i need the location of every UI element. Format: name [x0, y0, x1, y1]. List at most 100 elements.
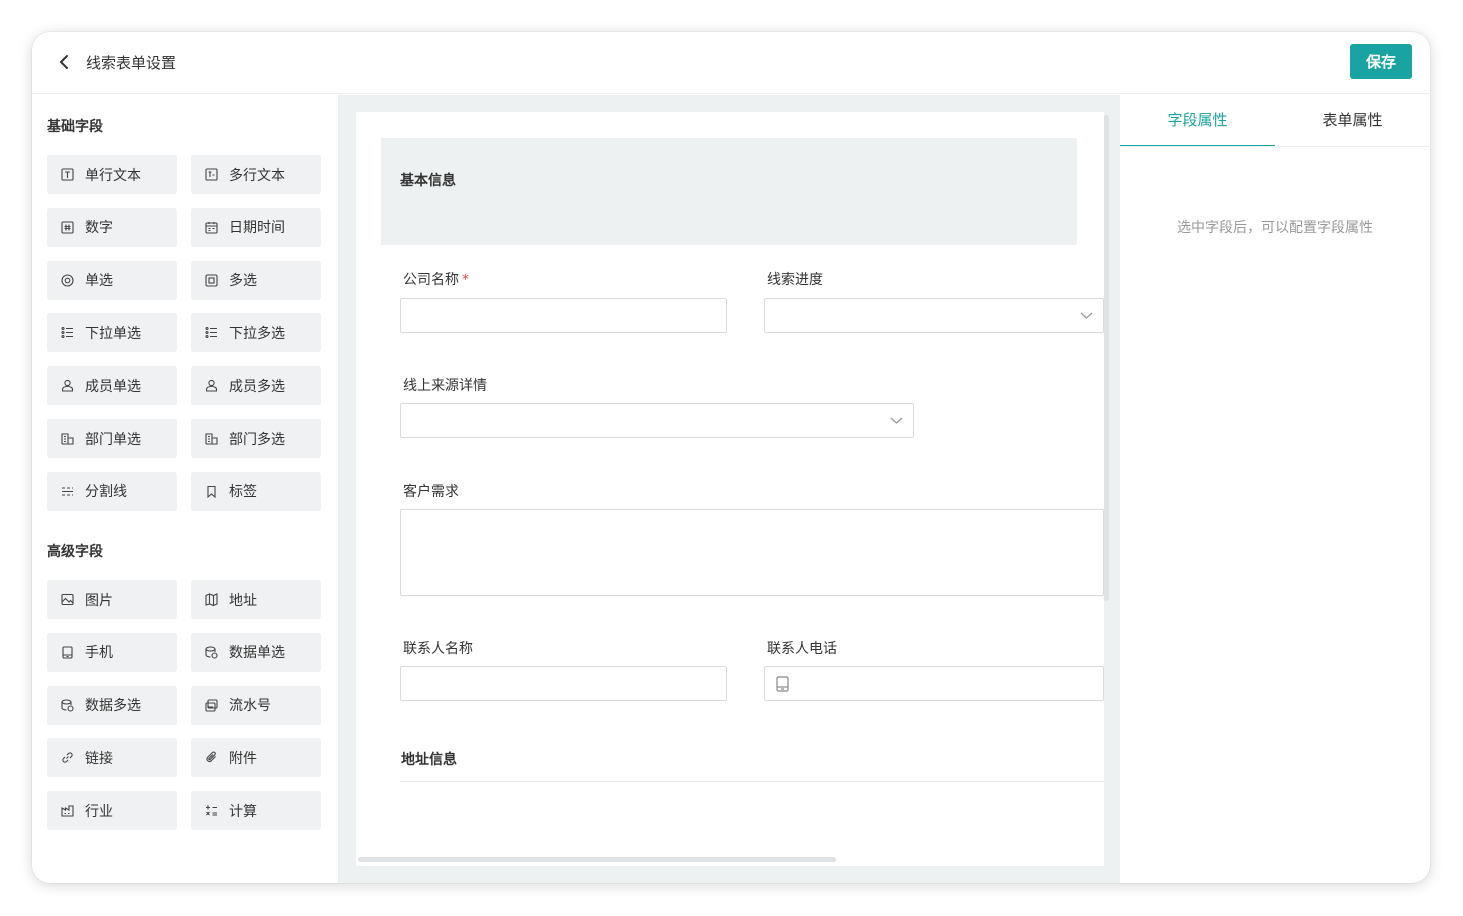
tab-field-properties[interactable]: 字段属性 — [1120, 95, 1275, 147]
field-item-label: 下拉多选 — [229, 325, 285, 342]
contact-name-label: 联系人名称 — [403, 641, 473, 657]
field-item[interactable]: 数字 — [47, 207, 177, 247]
field-item-label: 计算 — [229, 803, 257, 820]
department-icon — [205, 433, 218, 445]
field-item[interactable]: 部门多选 — [191, 419, 321, 458]
field-item-label: 分割线 — [85, 484, 127, 501]
phone-icon — [62, 646, 73, 659]
field-item[interactable]: 部门单选 — [47, 419, 177, 458]
horizontal-scrollbar[interactable] — [358, 857, 836, 862]
company-name-label: 公司名称 * — [403, 272, 469, 288]
field-item[interactable]: 地址 — [191, 580, 321, 619]
vertical-scrollbar[interactable] — [1104, 115, 1109, 601]
calculator-icon — [206, 805, 217, 816]
empty-hint: 选中字段后，可以配置字段属性 — [1177, 220, 1373, 236]
field-item[interactable]: 链接 — [47, 738, 177, 778]
field-item[interactable]: 多行文本 — [191, 155, 321, 194]
save-button[interactable]: 保存 — [1350, 44, 1412, 79]
required-mark: * — [462, 272, 469, 288]
lead-progress-select[interactable] — [764, 298, 1104, 333]
field-item-label: 地址 — [229, 592, 257, 609]
divider-line-icon — [62, 487, 73, 496]
field-item[interactable]: 分割线 — [47, 471, 177, 511]
field-item[interactable]: 手机 — [47, 632, 177, 672]
field-item[interactable]: 下拉多选 — [191, 313, 321, 353]
field-item[interactable]: 数据多选 — [47, 685, 177, 725]
customer-needs-textarea[interactable] — [400, 509, 1104, 596]
back-arrow-icon[interactable] — [56, 52, 74, 72]
field-item-label: 图片 — [85, 592, 113, 609]
field-item-label: 标签 — [229, 484, 257, 501]
field-item-label: 部门多选 — [229, 431, 285, 448]
field-item[interactable]: 多选 — [191, 260, 321, 300]
lead-progress-label: 线索进度 — [767, 272, 823, 288]
image-icon — [61, 593, 74, 606]
field-item[interactable]: 图片 — [47, 580, 177, 619]
number-icon — [61, 221, 74, 234]
field-item-label: 单选 — [85, 273, 113, 290]
database-icon — [61, 699, 74, 712]
company-name-input[interactable] — [400, 298, 727, 333]
field-item[interactable]: 下拉单选 — [47, 313, 177, 353]
field-item-label: 数字 — [85, 220, 113, 237]
group-basic-info[interactable]: 基本信息 — [381, 138, 1077, 245]
properties-panel: 字段属性 表单属性 选中字段后，可以配置字段属性 — [1120, 95, 1430, 883]
link-icon — [62, 752, 73, 763]
customer-needs-label: 客户需求 — [403, 484, 459, 500]
tab-form-properties[interactable]: 表单属性 — [1275, 95, 1430, 147]
field-item[interactable]: 标签 — [191, 471, 321, 511]
field-item[interactable]: 流水号 — [191, 685, 321, 725]
field-item[interactable]: 数据单选 — [191, 632, 321, 672]
field-item-label: 手机 — [85, 645, 113, 662]
field-item[interactable]: 成员多选 — [191, 366, 321, 406]
radio-icon — [61, 274, 74, 287]
serial-number-icon — [205, 699, 218, 712]
chevron-down-icon — [1080, 312, 1093, 319]
basic-fields-heading: 基础字段 — [47, 119, 103, 135]
single-line-text-icon — [61, 168, 74, 181]
field-item-label: 数据单选 — [229, 645, 285, 662]
field-item-label: 链接 — [85, 750, 113, 767]
form-canvas: 基本信息 公司名称 * 线索进度 线上来源详情 客户需求 联系人名称 联系人电话… — [356, 112, 1104, 866]
field-item-label: 附件 — [229, 750, 257, 767]
contact-phone-input[interactable] — [764, 666, 1104, 701]
field-item-label: 下拉单选 — [85, 325, 141, 342]
online-source-select[interactable] — [400, 403, 914, 438]
field-item-label: 行业 — [85, 803, 113, 820]
department-icon — [61, 433, 74, 445]
field-item[interactable]: 日期时间 — [191, 207, 321, 247]
field-item-label: 数据多选 — [85, 698, 141, 715]
field-item-label: 成员单选 — [85, 378, 141, 395]
field-item[interactable]: 计算 — [191, 791, 321, 831]
field-palette-sidebar: 基础字段 单行文本 多行文本数字 日期时间单选 多选下拉单选 下拉多选成员单选 成员多选部… — [32, 95, 338, 883]
field-item[interactable]: 单行文本 — [47, 155, 177, 194]
group-divider — [400, 781, 1104, 782]
field-item-label: 单行文本 — [85, 167, 141, 184]
field-item-label: 多选 — [229, 273, 257, 290]
group-title-basic-info: 基本信息 — [400, 173, 456, 189]
bookmark-icon — [207, 485, 216, 498]
member-icon — [205, 380, 218, 392]
field-item[interactable]: 附件 — [191, 738, 321, 778]
dropdown-list-icon — [205, 327, 217, 339]
field-item[interactable]: 成员单选 — [47, 366, 177, 406]
chevron-down-icon — [890, 417, 903, 424]
advanced-fields-heading: 高级字段 — [47, 544, 103, 560]
multi-line-text-icon — [205, 168, 218, 181]
field-item[interactable]: 单选 — [47, 260, 177, 300]
map-icon — [205, 593, 218, 606]
field-item-label: 日期时间 — [229, 220, 285, 237]
contact-name-input[interactable] — [400, 666, 727, 701]
database-icon — [205, 646, 218, 659]
dropdown-list-icon — [61, 327, 73, 339]
group-title-address-info[interactable]: 地址信息 — [401, 749, 457, 769]
field-item[interactable]: 行业 — [47, 791, 177, 831]
field-item-label: 流水号 — [229, 698, 271, 715]
field-item-label: 部门单选 — [85, 431, 141, 448]
tab-underline — [1120, 146, 1430, 147]
top-bar: 线索表单设置 保存 — [32, 32, 1430, 94]
paperclip-icon — [206, 751, 216, 763]
checkbox-icon — [205, 274, 218, 287]
calendar-icon — [205, 221, 218, 234]
field-item-label: 多行文本 — [229, 167, 285, 184]
